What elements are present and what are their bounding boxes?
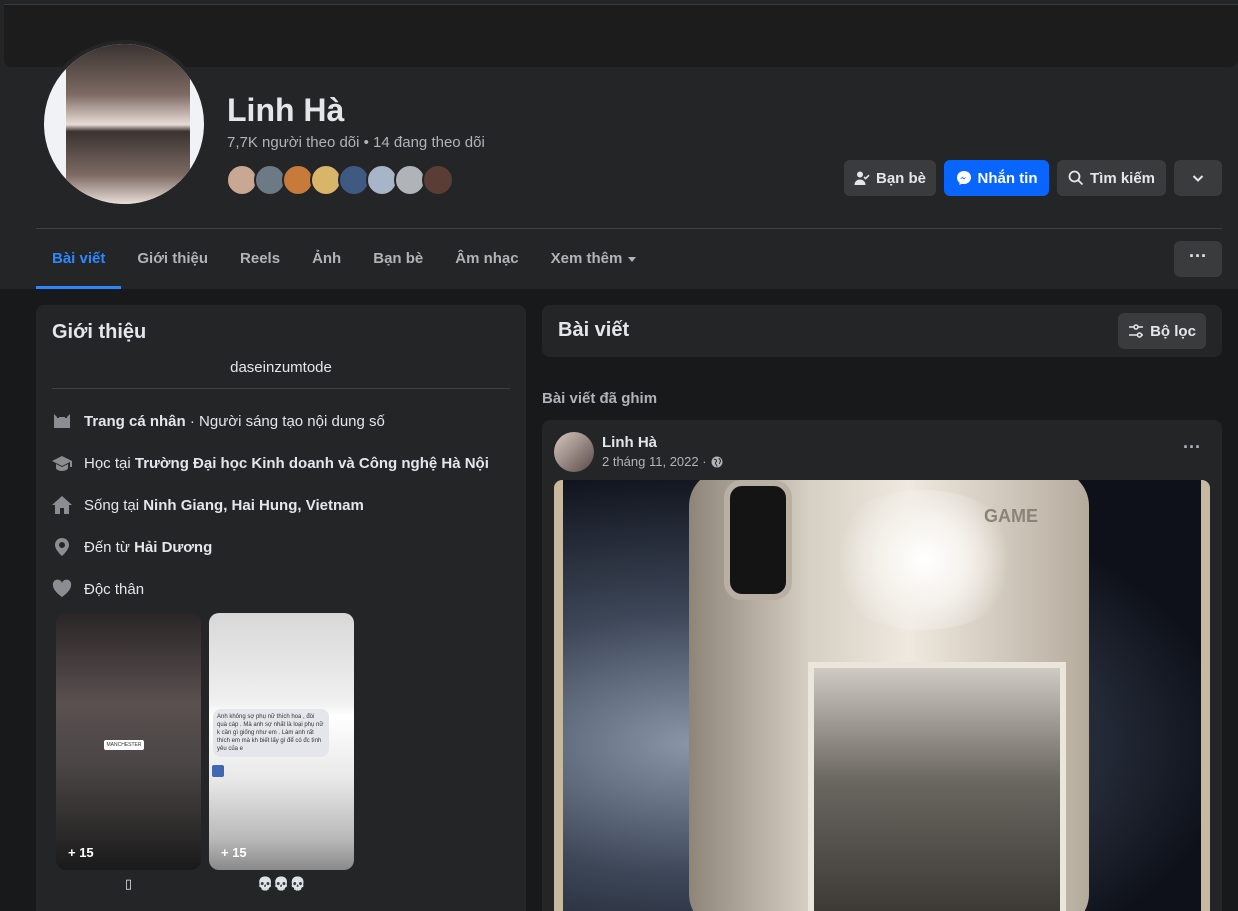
bio-text: daseinzumtode <box>230 359 332 376</box>
post-date-text: 2 tháng 11, 2022 · <box>602 454 707 469</box>
intro-item-text: Sống tại Ninh Giang, Hai Hung, Vietnam <box>84 496 364 514</box>
pinned-posts-label: Bài viết đã ghim <box>542 390 658 407</box>
bio-divider <box>52 388 510 389</box>
highlight-chat-bubble: Anh không sợ phụ nữ thích hoa , đòi quà … <box>213 709 329 757</box>
search-icon <box>1068 170 1084 186</box>
intro-item-text: Đến từ Hải Dương <box>84 538 213 556</box>
search-button[interactable]: Tìm kiếm <box>1057 160 1166 196</box>
home-icon <box>52 495 72 515</box>
polaroid-picture <box>814 668 1060 911</box>
posts-header-card: Bài viết Bộ lọc <box>542 305 1222 357</box>
photo-phone-camera <box>724 480 792 600</box>
intro-item-page: Trang cá nhân · Người sáng tạo nội dung … <box>52 409 385 433</box>
post-photo[interactable]: GAME <box>554 480 1210 911</box>
heart-icon <box>52 579 72 599</box>
pinned-post: Linh Hà 2 tháng 11, 2022 · ··· GAME <box>542 420 1222 911</box>
profile-avatar[interactable] <box>40 40 208 208</box>
highlight-label-2: 💀💀💀 <box>257 876 306 891</box>
post-author-name[interactable]: Linh Hà <box>602 434 657 451</box>
tab-reels[interactable]: Reels <box>224 229 296 289</box>
tab-more-label: Xem thêm <box>550 250 623 267</box>
post-author-avatar[interactable] <box>554 432 594 472</box>
intro-item-relationship: Độc thân <box>52 577 144 601</box>
tab-more[interactable]: Xem thêm <box>535 229 653 289</box>
post-options-button[interactable]: ··· <box>1178 436 1206 464</box>
tab-about[interactable]: Giới thiệu <box>121 229 224 289</box>
highlight-tag: MANCHESTER <box>104 740 144 750</box>
tab-photos[interactable]: Ảnh <box>296 229 357 289</box>
caret-down-icon <box>628 256 637 262</box>
friend-check-icon <box>854 171 870 185</box>
globe-icon <box>711 456 723 467</box>
intro-item-text: Trang cá nhân · Người sáng tạo nội dung … <box>84 412 385 430</box>
filter-sliders-icon <box>1129 324 1144 338</box>
friends-button-label: Bạn bè <box>875 169 926 187</box>
location-pin-icon <box>52 537 72 557</box>
avatar-photo <box>66 44 190 204</box>
intro-title: Giới thiệu <box>52 321 147 343</box>
friend-avatars[interactable] <box>226 164 454 196</box>
intro-item-from: Đến từ Hải Dương <box>52 535 212 559</box>
photo-case-text: GAME <box>984 506 1038 526</box>
more-options-button[interactable]: ··· <box>1174 241 1222 277</box>
highlight-count: + 15 <box>221 845 247 860</box>
page-flag-icon <box>52 411 72 431</box>
friend-avatar[interactable] <box>422 164 454 196</box>
post-timestamp[interactable]: 2 tháng 11, 2022 · <box>602 454 723 469</box>
highlight-label-1: ▯ <box>124 876 133 891</box>
tab-posts[interactable]: Bài viết <box>36 229 122 289</box>
message-button-label: Nhắn tin <box>977 169 1038 187</box>
graduation-cap-icon <box>52 453 72 473</box>
filter-button[interactable]: Bộ lọc <box>1118 313 1206 349</box>
chevron-down-icon <box>1192 175 1204 182</box>
featured-highlight-2[interactable]: Anh không sợ phụ nữ thích hoa , đòi quà … <box>209 613 354 870</box>
message-button[interactable]: Nhắn tin <box>944 160 1049 196</box>
filter-button-label: Bộ lọc <box>1150 322 1196 340</box>
intro-item-lives-in: Sống tại Ninh Giang, Hai Hung, Vietnam <box>52 493 364 517</box>
friends-button[interactable]: Bạn bè <box>844 160 936 196</box>
photo-polaroid <box>808 662 1066 911</box>
messenger-icon <box>956 171 971 185</box>
tab-friends[interactable]: Bạn bè <box>357 229 439 289</box>
intro-item-text: Học tại Trường Đại học Kinh doanh và Côn… <box>84 454 489 472</box>
follow-counts[interactable]: 7,7K người theo dõi • 14 đang theo dõi <box>227 134 485 151</box>
highlight-count: + 15 <box>68 845 94 860</box>
profile-tabs: Bài viết Giới thiệu Reels Ảnh Bạn bè Âm … <box>36 229 652 289</box>
thumbs-up-icon <box>212 765 224 777</box>
intro-item-education: Học tại Trường Đại học Kinh doanh và Côn… <box>52 451 489 475</box>
search-button-label: Tìm kiếm <box>1089 169 1156 187</box>
profile-options-button[interactable] <box>1174 160 1222 196</box>
featured-highlight-1[interactable]: MANCHESTER + 15 <box>56 613 201 870</box>
profile-name: Linh Hà <box>227 92 345 128</box>
posts-title: Bài viết <box>558 319 630 341</box>
intro-item-text: Độc thân <box>84 580 145 598</box>
tab-music[interactable]: Âm nhạc <box>439 229 534 289</box>
